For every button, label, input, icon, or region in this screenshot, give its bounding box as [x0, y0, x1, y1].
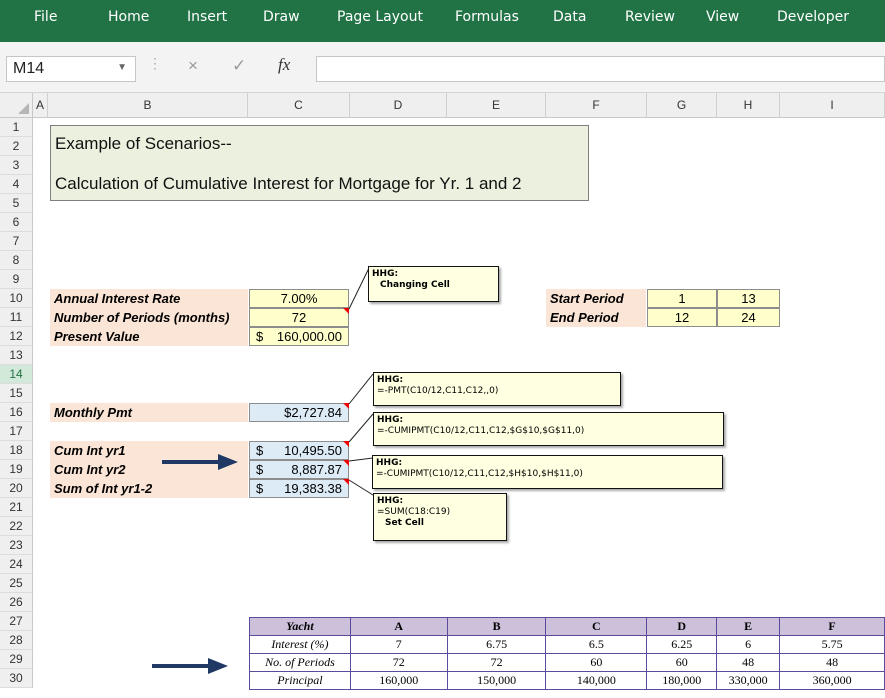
- table-cell[interactable]: 60: [646, 653, 718, 672]
- table-cell[interactable]: 48: [716, 653, 781, 672]
- table-cell[interactable]: 360,000: [779, 671, 885, 690]
- table-header-row: Yacht A B C D E F: [249, 617, 885, 636]
- comment-author: HHG:: [377, 375, 404, 385]
- arrow-right-icon: [152, 658, 228, 674]
- table-cell[interactable]: 140,000: [545, 671, 648, 690]
- table-cell[interactable]: 5.75: [779, 635, 885, 654]
- table-row: Principal 160,000 150,000 140,000 180,00…: [249, 671, 885, 690]
- comment-text: Set Cell: [385, 518, 424, 528]
- table-row: No. of Periods 72 72 60 60 48 48: [249, 653, 885, 672]
- table-cell[interactable]: 48: [779, 653, 885, 672]
- comment-cum1-formula[interactable]: HHG: =-CUMIPMT(C10/12,C11,C12,$G$10,$G$1…: [373, 412, 724, 446]
- table-row-label[interactable]: No. of Periods: [249, 653, 351, 672]
- comment-text: =-CUMIPMT(C10/12,C11,C12,$H$10,$H$11,0): [376, 469, 583, 479]
- table-cell[interactable]: 160,000: [349, 671, 448, 690]
- comment-text: =-CUMIPMT(C10/12,C11,C12,$G$10,$G$11,0): [377, 426, 585, 436]
- comment-pmt-formula[interactable]: HHG: =-PMT(C10/12,C11,C12,,0): [373, 372, 621, 406]
- table-cell[interactable]: 60: [545, 653, 648, 672]
- comment-author: HHG:: [377, 415, 404, 425]
- table-header-cell[interactable]: F: [779, 617, 885, 636]
- table-cell[interactable]: 6.5: [545, 635, 648, 654]
- table-row-label[interactable]: Interest (%): [249, 635, 351, 654]
- table-cell[interactable]: 330,000: [716, 671, 781, 690]
- comment-text: =-PMT(C10/12,C11,C12,,0): [377, 386, 499, 396]
- table-header-cell[interactable]: A: [349, 617, 448, 636]
- table-cell[interactable]: 180,000: [646, 671, 718, 690]
- table-cell[interactable]: 7: [349, 635, 448, 654]
- table-cell[interactable]: 6.25: [646, 635, 718, 654]
- comment-author: HHG:: [377, 496, 404, 506]
- table-cell[interactable]: 150,000: [446, 671, 547, 690]
- comment-sum-formula[interactable]: HHG: =SUM(C18:C19) Set Cell: [373, 493, 507, 541]
- arrow-right-icon: [162, 454, 238, 470]
- table-row: Interest (%) 7 6.75 6.5 6.25 6 5.75: [249, 635, 885, 654]
- table-cell[interactable]: 6.75: [446, 635, 547, 654]
- yacht-table: Yacht A B C D E F Interest (%) 7 6.75 6.…: [249, 617, 885, 690]
- table-cell[interactable]: 72: [446, 653, 547, 672]
- comment-changing-cell[interactable]: HHG: Changing Cell: [368, 266, 499, 302]
- comment-cum2-formula[interactable]: HHG: =-CUMIPMT(C10/12,C11,C12,$H$10,$H$1…: [372, 455, 723, 489]
- table-cell[interactable]: 72: [349, 653, 448, 672]
- comment-author: HHG:: [372, 269, 399, 279]
- table-cell[interactable]: 6: [716, 635, 781, 654]
- table-header-cell[interactable]: Yacht: [249, 617, 351, 636]
- comment-author: HHG:: [376, 458, 403, 468]
- table-header-cell[interactable]: B: [446, 617, 547, 636]
- table-header-cell[interactable]: D: [646, 617, 718, 636]
- comment-text: =SUM(C18:C19): [377, 507, 451, 517]
- table-header-cell[interactable]: E: [716, 617, 781, 636]
- table-header-cell[interactable]: C: [545, 617, 648, 636]
- comment-connectors: [348, 267, 374, 496]
- table-row-label[interactable]: Principal: [249, 671, 351, 690]
- comment-text: Changing Cell: [380, 280, 450, 290]
